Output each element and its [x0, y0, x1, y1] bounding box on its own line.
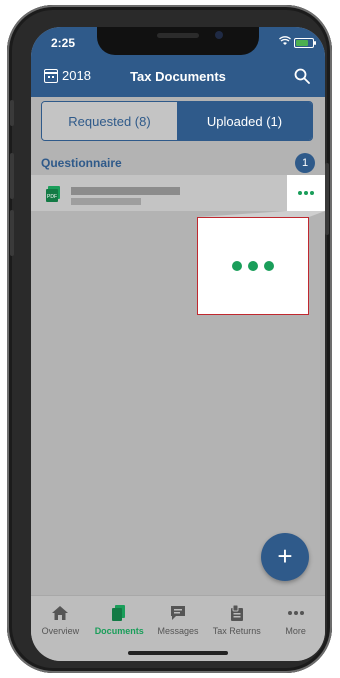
add-document-button[interactable]: + — [261, 533, 309, 581]
nav-label-documents: Documents — [94, 626, 144, 636]
zoom-callout — [197, 217, 309, 315]
volume-up-button — [10, 153, 14, 199]
mute-switch — [10, 100, 14, 126]
nav-label-tax-returns: Tax Returns — [212, 626, 261, 636]
documents-icon — [112, 605, 126, 621]
phone-frame: 2:25 2018 Tax Documents Requested (8) Up… — [7, 5, 332, 673]
notch — [97, 27, 259, 55]
volume-down-button — [10, 210, 14, 256]
nav-label-messages: Messages — [157, 626, 199, 636]
tax-returns-icon — [230, 604, 243, 621]
camera — [215, 31, 223, 39]
home-indicator — [128, 651, 228, 655]
callout-dot — [248, 261, 258, 271]
nav-label-overview: Overview — [41, 626, 80, 636]
nav-more[interactable]: More — [266, 596, 325, 661]
app-screen: 2:25 2018 Tax Documents Requested (8) Up… — [31, 27, 325, 661]
callout-dot — [232, 261, 242, 271]
callout-dot — [264, 261, 274, 271]
more-icon — [287, 611, 304, 615]
nav-overview[interactable]: Overview — [31, 596, 90, 661]
power-button — [325, 163, 329, 235]
nav-label-more: More — [285, 626, 306, 636]
messages-icon — [170, 606, 185, 620]
speaker — [157, 33, 199, 38]
home-icon — [52, 606, 69, 620]
